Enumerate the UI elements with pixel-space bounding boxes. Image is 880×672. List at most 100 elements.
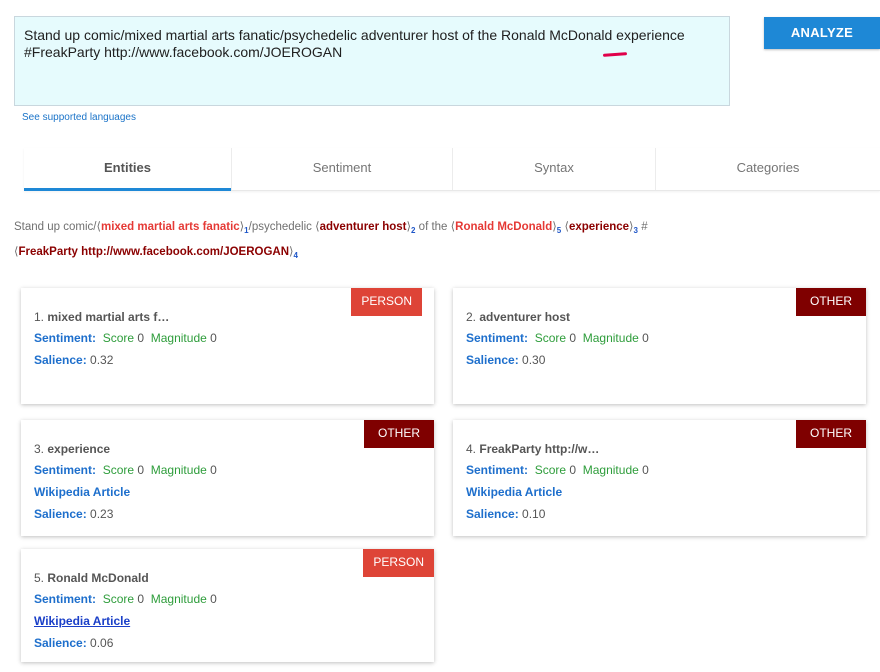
sentiment-row: Sentiment: Score 0 Magnitude 0 [34, 592, 421, 606]
entity-number: 1. [34, 310, 45, 324]
wikipedia-link[interactable]: Wikipedia Article [34, 485, 421, 499]
score-value: 0 [569, 331, 577, 345]
sentiment-label: Sentiment: [466, 463, 529, 477]
plain-text: # [638, 221, 648, 233]
entity-index: 3 [633, 226, 638, 235]
salience-value: 0.23 [90, 507, 114, 521]
tab-sentiment-label: Sentiment [312, 160, 372, 175]
entity-card: OTHER 3. experience Sentiment: Score 0 M… [21, 420, 434, 536]
entity-card: PERSON 1. mixed martial arts f… Sentimen… [21, 288, 434, 404]
tab-bar: Entities Sentiment Syntax Categories [24, 148, 880, 191]
sentiment-label: Sentiment: [34, 463, 97, 477]
entity-type-badge: PERSON [363, 549, 434, 577]
entity-highlight-3: experience [568, 221, 630, 233]
magnitude-value: 0 [642, 463, 649, 477]
entity-title: 2. adventurer host [466, 310, 853, 324]
salience-row: Salience: 0.30 [466, 353, 853, 367]
sentiment-label: Sentiment: [466, 331, 529, 345]
entity-highlight-5: Ronald McDonald [455, 221, 553, 233]
plain-text: Stand up comic/ [14, 221, 97, 233]
entity-index: 2 [411, 226, 416, 235]
entity-name: FreakParty http://w… [479, 442, 600, 456]
entity-card: PERSON 5. Ronald McDonald Sentiment: Sco… [21, 549, 434, 662]
tab-entities-label: Entities [104, 160, 151, 175]
entity-index: 5 [556, 226, 562, 235]
bracket-close: ⟩ [289, 246, 294, 258]
score-label: Score [102, 331, 135, 345]
entity-card: OTHER 2. adventurer host Sentiment: Scor… [453, 288, 866, 404]
salience-value: 0.10 [522, 507, 546, 521]
entity-name: Ronald McDonald [47, 571, 149, 585]
supported-languages-link[interactable]: See supported languages [22, 112, 136, 123]
entity-highlight-4: FreakParty http://www.facebook.com/JOERO… [18, 246, 290, 258]
salience-value: 0.30 [522, 353, 546, 367]
entity-number: 5. [34, 571, 45, 585]
salience-label: Salience: [34, 636, 87, 650]
salience-row: Salience: 0.06 [34, 636, 421, 650]
wikipedia-link[interactable]: Wikipedia Article [34, 614, 421, 628]
sentiment-row: Sentiment: Score 0 Magnitude 0 [34, 463, 421, 477]
entity-number: 3. [34, 442, 45, 456]
tab-categories-label: Categories [736, 160, 800, 175]
score-label: Score [102, 463, 135, 477]
magnitude-label: Magnitude [150, 331, 207, 345]
entity-title: 4. FreakParty http://w… [466, 442, 853, 456]
entity-type-badge: OTHER [796, 288, 866, 316]
score-value: 0 [569, 463, 577, 477]
tab-entities[interactable]: Entities [24, 148, 232, 191]
score-label: Score [534, 463, 567, 477]
entity-type-badge: PERSON [351, 288, 422, 316]
salience-value: 0.06 [90, 636, 114, 650]
analyze-button[interactable]: ANALYZE [764, 17, 880, 49]
entity-number: 4. [466, 442, 477, 456]
salience-label: Salience: [466, 507, 519, 521]
active-tab-indicator [24, 188, 231, 191]
magnitude-label: Magnitude [150, 592, 207, 606]
score-value: 0 [137, 463, 145, 477]
plain-text: of the [415, 221, 451, 233]
sentiment-row: Sentiment: Score 0 Magnitude 0 [466, 463, 853, 477]
score-value: 0 [137, 592, 145, 606]
salience-label: Salience: [34, 353, 87, 367]
magnitude-label: Magnitude [582, 463, 639, 477]
salience-row: Salience: 0.10 [466, 507, 853, 521]
magnitude-label: Magnitude [582, 331, 639, 345]
salience-row: Salience: 0.23 [34, 507, 421, 521]
entity-name: adventurer host [479, 310, 571, 324]
sentiment-label: Sentiment: [34, 592, 97, 606]
magnitude-label: Magnitude [150, 463, 207, 477]
entity-name: mixed martial arts f… [47, 310, 170, 324]
wikipedia-link[interactable]: Wikipedia Article [466, 485, 853, 499]
entity-index: 4 [293, 251, 298, 260]
score-label: Score [102, 592, 135, 606]
entity-number: 2. [466, 310, 477, 324]
entity-name: experience [47, 442, 111, 456]
bracket-close: ⟩ [629, 221, 634, 233]
entity-highlight-1: mixed martial arts fanatic [100, 221, 240, 233]
annotated-text: Stand up comic/⟨mixed martial arts fanat… [14, 215, 880, 265]
salience-value: 0.32 [90, 353, 114, 367]
tab-syntax-label: Syntax [534, 160, 574, 175]
salience-label: Salience: [34, 507, 87, 521]
plain-text: /psychedelic [248, 221, 316, 233]
tab-syntax[interactable]: Syntax [453, 148, 656, 190]
score-value: 0 [137, 331, 145, 345]
magnitude-value: 0 [210, 592, 217, 606]
entity-card: OTHER 4. FreakParty http://w… Sentiment:… [453, 420, 866, 536]
salience-label: Salience: [466, 353, 519, 367]
text-input[interactable]: Stand up comic/mixed martial arts fanati… [14, 16, 730, 106]
score-label: Score [534, 331, 567, 345]
tab-categories[interactable]: Categories [656, 148, 880, 190]
tab-sentiment[interactable]: Sentiment [232, 148, 453, 190]
entity-highlight-2: adventurer host [319, 221, 407, 233]
magnitude-value: 0 [210, 463, 217, 477]
entity-type-badge: OTHER [364, 420, 434, 448]
salience-row: Salience: 0.32 [34, 353, 421, 367]
sentiment-label: Sentiment: [34, 331, 97, 345]
sentiment-row: Sentiment: Score 0 Magnitude 0 [466, 331, 853, 345]
magnitude-value: 0 [642, 331, 649, 345]
magnitude-value: 0 [210, 331, 217, 345]
entity-type-badge: OTHER [796, 420, 866, 448]
entity-title: 3. experience [34, 442, 421, 456]
sentiment-row: Sentiment: Score 0 Magnitude 0 [34, 331, 421, 345]
